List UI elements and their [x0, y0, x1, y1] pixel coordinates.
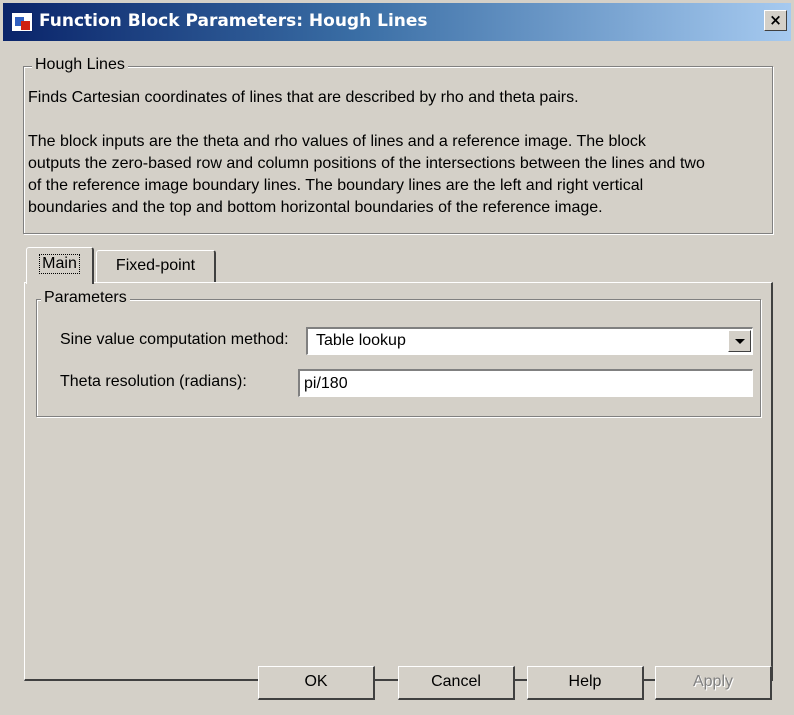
title-bar[interactable]: Function Block Parameters: Hough Lines ×: [3, 3, 791, 41]
help-button[interactable]: Help: [527, 666, 644, 700]
window-title: Function Block Parameters: Hough Lines: [39, 11, 428, 31]
sine-method-value: Table lookup: [316, 332, 406, 349]
theta-resolution-label: Theta resolution (radians):: [60, 373, 247, 390]
parameters-group: Parameters: [36, 289, 761, 417]
sine-method-label: Sine value computation method:: [60, 331, 289, 348]
tab-main[interactable]: Main: [26, 247, 94, 284]
description-line: outputs the zero-based row and column po…: [28, 155, 705, 172]
theta-resolution-input[interactable]: [298, 369, 753, 397]
ok-button[interactable]: OK: [258, 666, 375, 700]
cancel-button[interactable]: Cancel: [398, 666, 515, 700]
tab-fixed-point-label: Fixed-point: [115, 257, 196, 274]
chevron-down-icon: [735, 339, 745, 344]
description-group-title: Hough Lines: [32, 56, 128, 74]
description-line: Finds Cartesian coordinates of lines tha…: [28, 89, 579, 106]
apply-button[interactable]: Apply: [655, 666, 772, 700]
description-line: The block inputs are the theta and rho v…: [28, 133, 646, 150]
parameters-group-title: Parameters: [41, 289, 130, 307]
description-line: of the reference image boundary lines. T…: [28, 177, 644, 194]
close-button[interactable]: ×: [764, 10, 787, 31]
tab-main-label: Main: [39, 254, 80, 274]
sine-method-select[interactable]: Table lookup: [306, 327, 753, 355]
description-line: boundaries and the top and bottom horizo…: [28, 199, 603, 216]
dropdown-arrow-button[interactable]: [728, 330, 751, 352]
tab-fixed-point[interactable]: Fixed-point: [96, 250, 216, 282]
dialog-window: Function Block Parameters: Hough Lines ×…: [0, 0, 794, 715]
simulink-block-icon: [11, 12, 33, 32]
